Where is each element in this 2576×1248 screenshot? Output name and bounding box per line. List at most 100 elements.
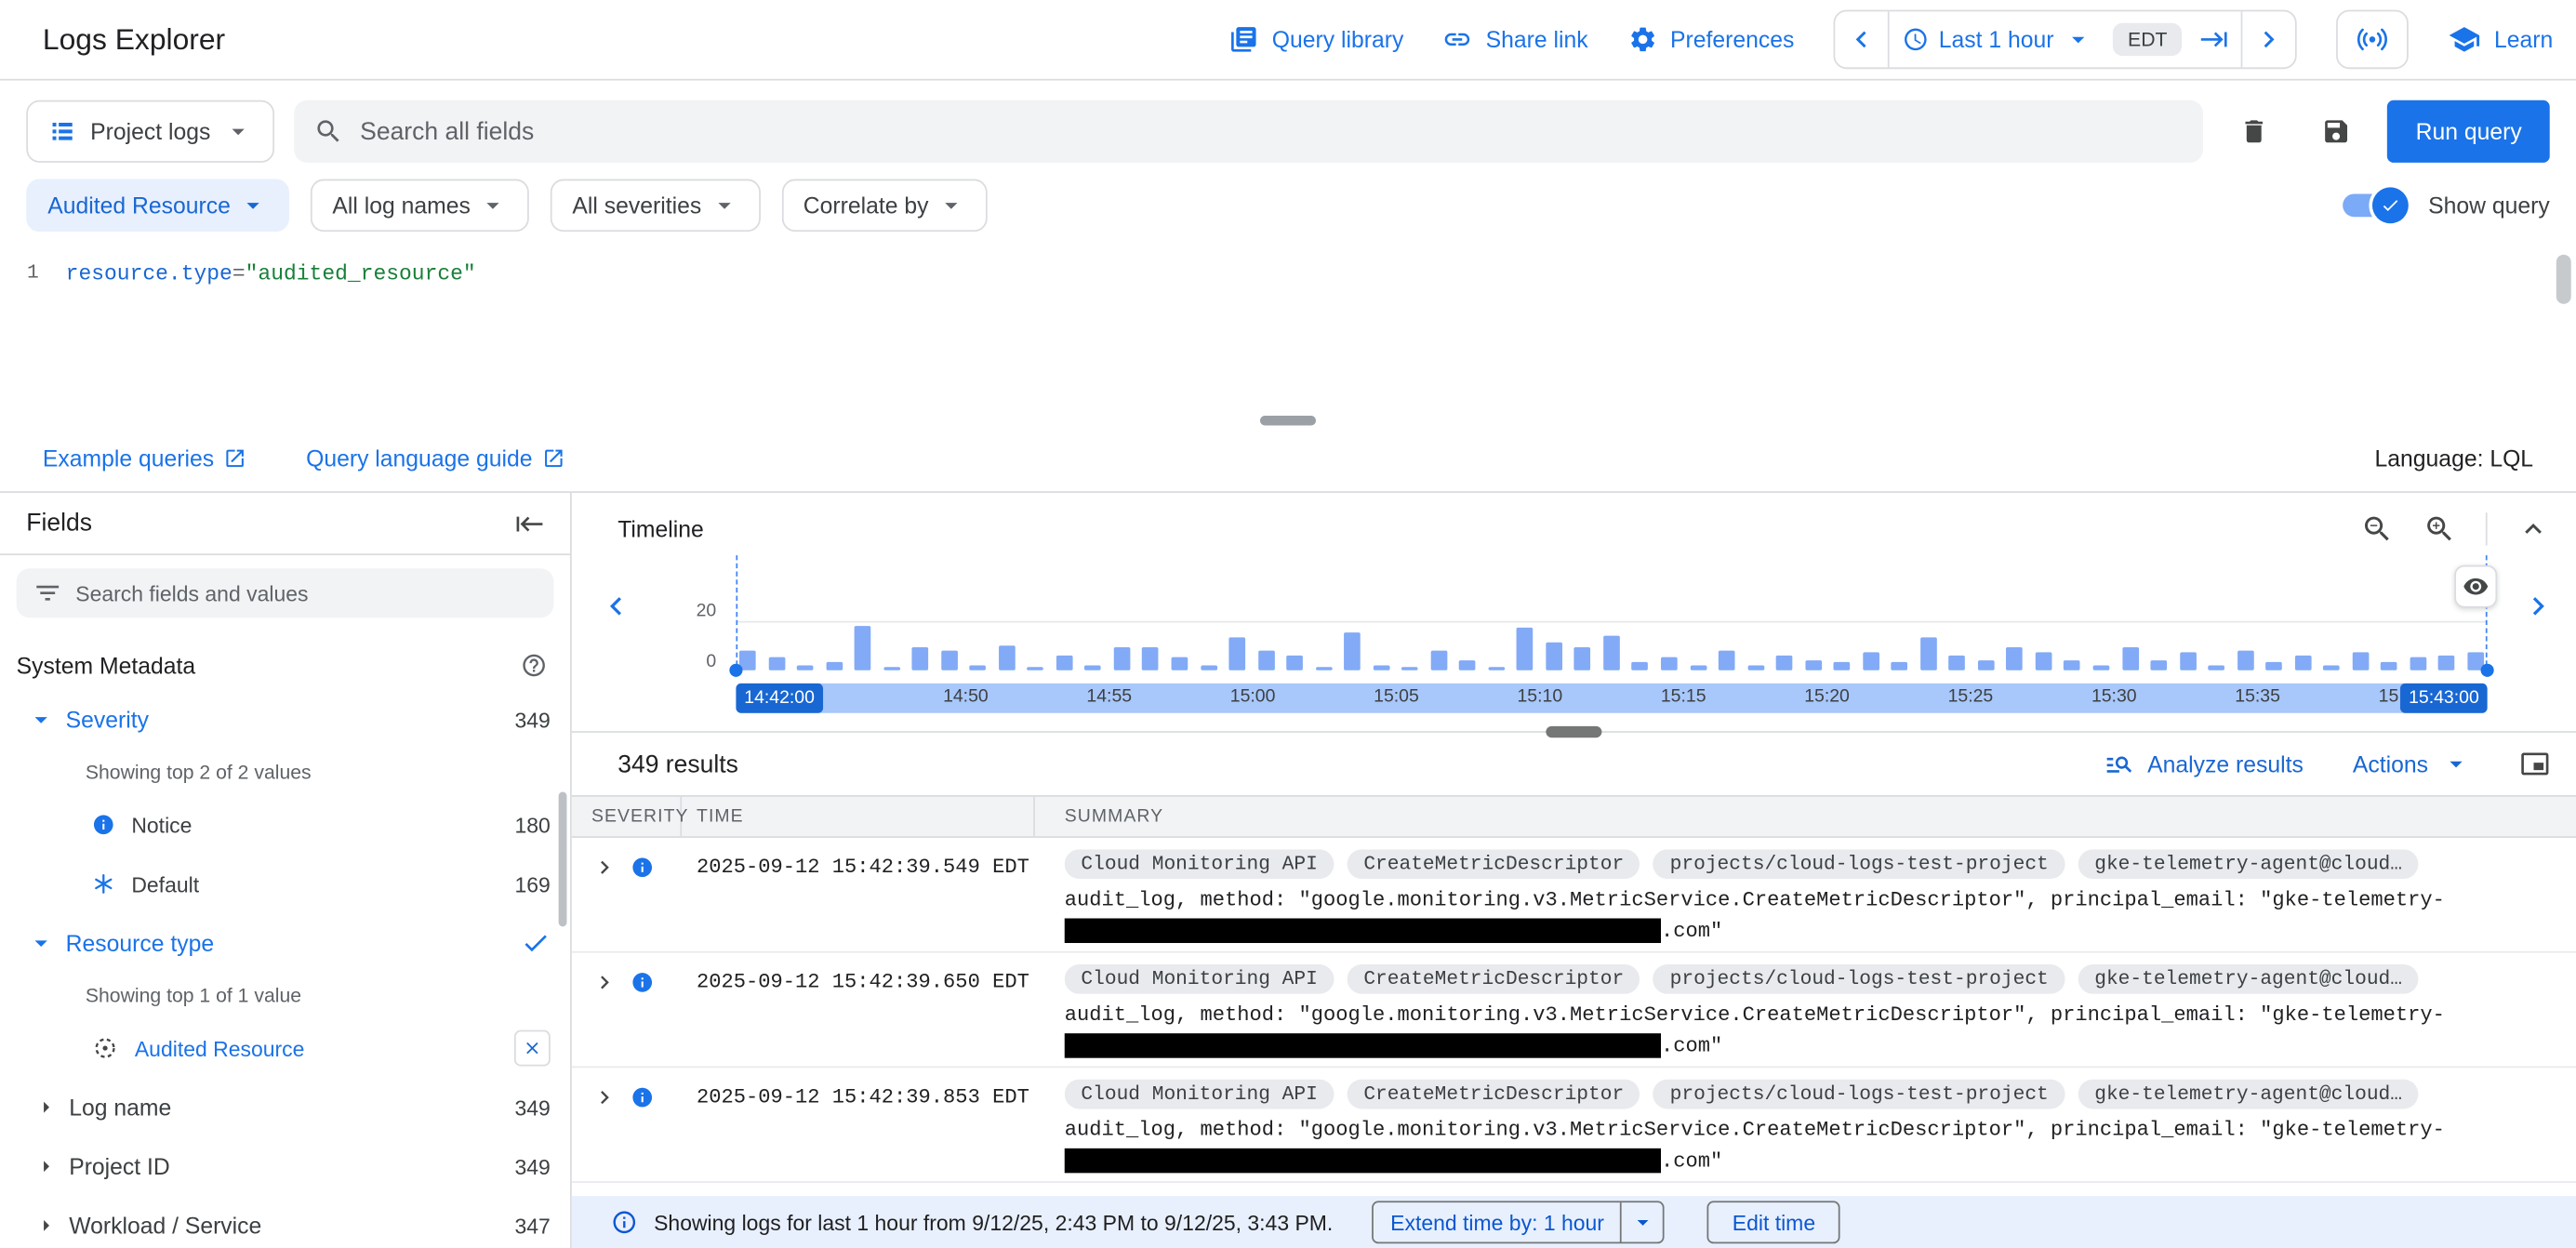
timeline-bar	[1401, 667, 1418, 670]
asterisk-severity-icon	[92, 872, 115, 896]
learn-button[interactable]: Learn	[2449, 23, 2554, 56]
system-metadata-section: System Metadata	[0, 631, 570, 690]
column-header-time[interactable]: TIME	[682, 797, 1035, 836]
table-row[interactable]: 2025-09-12 15:42:39.549 EDT Cloud Monito…	[572, 838, 2576, 953]
chevron-down-icon	[224, 116, 254, 146]
toggle-knob	[2372, 187, 2409, 223]
field-group-log-name[interactable]: Log name 349	[0, 1078, 570, 1137]
collapse-group-icon[interactable]	[26, 705, 56, 735]
remove-filter-button[interactable]	[514, 1030, 551, 1067]
timeline-pan-left-button[interactable]	[598, 588, 634, 624]
edit-time-button[interactable]: Edit time	[1707, 1201, 1839, 1243]
summary-chip[interactable]: projects/cloud-logs-test-project	[1653, 1080, 2065, 1109]
clear-query-button[interactable]	[2224, 100, 2286, 163]
save-query-button[interactable]	[2305, 100, 2368, 163]
summary-chip[interactable]: gke-telemetry-agent@cloud…	[2078, 964, 2419, 994]
field-value-label: Notice	[131, 813, 192, 837]
expand-group-icon[interactable]	[33, 1095, 59, 1121]
zoom-out-button[interactable]	[2361, 512, 2394, 545]
fields-search-box[interactable]	[17, 568, 554, 617]
timeline-bar	[2007, 647, 2024, 670]
summary-chip[interactable]: CreateMetricDescriptor	[1348, 1080, 1640, 1109]
query-code-line[interactable]: resource.type="audited_resource"	[66, 248, 476, 426]
search-input[interactable]	[360, 117, 2184, 145]
table-row[interactable]: 2025-09-12 15:42:39.650 EDT Cloud Monito…	[572, 953, 2576, 1069]
expand-row-icon[interactable]	[591, 969, 617, 995]
expand-row-icon[interactable]	[591, 1084, 617, 1110]
run-query-button[interactable]: Run query	[2388, 100, 2550, 163]
help-icon[interactable]	[521, 652, 547, 678]
collapse-fields-panel-button[interactable]	[514, 509, 544, 538]
actions-dropdown[interactable]: Actions	[2353, 750, 2471, 779]
field-group-workload-service[interactable]: Workload / Service 347	[0, 1196, 570, 1248]
timeline-resize-handle[interactable]	[1546, 726, 1601, 737]
fields-panel: Fields System Metadata Severity 349 Show…	[0, 493, 572, 1248]
timeline-bar	[2179, 652, 2196, 670]
query-language-guide-link[interactable]: Query language guide	[306, 445, 565, 471]
table-row[interactable]: 2025-09-12 15:42:39.853 EDT Cloud Monito…	[572, 1068, 2576, 1183]
expand-group-icon[interactable]	[33, 1153, 59, 1179]
severities-filter-chip[interactable]: All severities	[551, 179, 760, 232]
time-range-dropdown[interactable]: Last 1 hour	[1890, 24, 2106, 54]
search-field[interactable]	[294, 100, 2203, 163]
field-group-severity[interactable]: Severity 349	[0, 690, 570, 750]
log-names-filter-chip[interactable]: All log names	[311, 179, 529, 232]
summary-chip[interactable]: CreateMetricDescriptor	[1348, 964, 1640, 994]
field-group-resource-type[interactable]: Resource type	[0, 913, 570, 973]
timeline-bar	[1257, 651, 1274, 670]
summary-chip[interactable]: gke-telemetry-agent@cloud…	[2078, 1080, 2419, 1109]
query-editor[interactable]: 1 resource.type="audited_resource"	[0, 248, 2576, 426]
time-back-button[interactable]	[1835, 11, 1888, 67]
expand-group-icon[interactable]	[33, 1213, 59, 1239]
editor-resize-handle[interactable]	[1260, 416, 1316, 426]
resource-filter-chip[interactable]: Audited Resource	[26, 179, 289, 232]
clock-icon	[1903, 26, 1929, 52]
field-value-notice[interactable]: Notice 180	[0, 795, 570, 855]
summary-chip[interactable]: projects/cloud-logs-test-project	[1653, 964, 2065, 994]
severity-info-icon	[631, 971, 654, 994]
collapse-group-icon[interactable]	[26, 928, 56, 958]
correlate-filter-chip[interactable]: Correlate by	[782, 179, 988, 232]
expand-results-button[interactable]	[2520, 750, 2550, 779]
preview-visibility-button[interactable]	[2454, 565, 2497, 608]
summary-chip[interactable]: Cloud Monitoring API	[1065, 1080, 1334, 1109]
summary-chip[interactable]: projects/cloud-logs-test-project	[1653, 849, 2065, 879]
field-value-default[interactable]: Default 169	[0, 855, 570, 914]
extend-time-button[interactable]: Extend time by: 1 hour	[1373, 1201, 1666, 1243]
zoom-in-button[interactable]	[2423, 512, 2456, 545]
field-value-audited-resource[interactable]: Audited Resource	[0, 1018, 570, 1078]
show-query-toggle[interactable]	[2343, 193, 2402, 217]
range-handle-start[interactable]	[729, 664, 742, 677]
time-range-strip[interactable]: 14:5014:5515:0015:0515:1015:1515:2015:25…	[736, 684, 2487, 713]
close-icon	[523, 1038, 542, 1057]
edit-time-label: Edit time	[1733, 1210, 1815, 1234]
example-queries-link[interactable]: Example queries	[43, 445, 247, 471]
fields-search-input[interactable]	[75, 580, 537, 604]
expand-row-icon[interactable]	[591, 855, 617, 881]
correlate-filter-label: Correlate by	[803, 193, 929, 219]
share-link-button[interactable]: Share link	[1443, 24, 1588, 54]
editor-scrollbar[interactable]	[2556, 255, 2571, 416]
analyze-results-button[interactable]: Analyze results	[2105, 750, 2304, 779]
jump-to-now-button[interactable]	[2188, 11, 2241, 67]
editor-scrollbar-thumb[interactable]	[2556, 255, 2571, 304]
field-group-project-id[interactable]: Project ID 349	[0, 1136, 570, 1196]
timeline-pan-right-button[interactable]	[2520, 588, 2556, 624]
column-header-severity[interactable]: SEVERITY	[572, 797, 682, 836]
log-scope-button[interactable]: Project logs	[26, 100, 274, 163]
summary-chip[interactable]: Cloud Monitoring API	[1065, 964, 1334, 994]
fields-scrollbar[interactable]	[559, 791, 567, 926]
column-header-summary[interactable]: SUMMARY	[1035, 797, 2576, 836]
extend-time-dropdown[interactable]	[1621, 1202, 1664, 1241]
time-forward-button[interactable]	[2243, 11, 2296, 67]
summary-chip[interactable]: gke-telemetry-agent@cloud…	[2078, 849, 2419, 879]
preferences-button[interactable]: Preferences	[1627, 24, 1794, 54]
query-library-button[interactable]: Query library	[1229, 24, 1404, 54]
results-count: 349 results	[617, 750, 738, 777]
summary-chip[interactable]: Cloud Monitoring API	[1065, 849, 1334, 879]
stream-logs-button[interactable]	[2336, 10, 2409, 70]
collapse-timeline-button[interactable]	[2516, 512, 2549, 545]
results-body: 2025-09-12 15:42:39.549 EDT Cloud Monito…	[572, 838, 2576, 1196]
range-handle-end[interactable]	[2481, 664, 2494, 677]
summary-chip[interactable]: CreateMetricDescriptor	[1348, 849, 1640, 879]
